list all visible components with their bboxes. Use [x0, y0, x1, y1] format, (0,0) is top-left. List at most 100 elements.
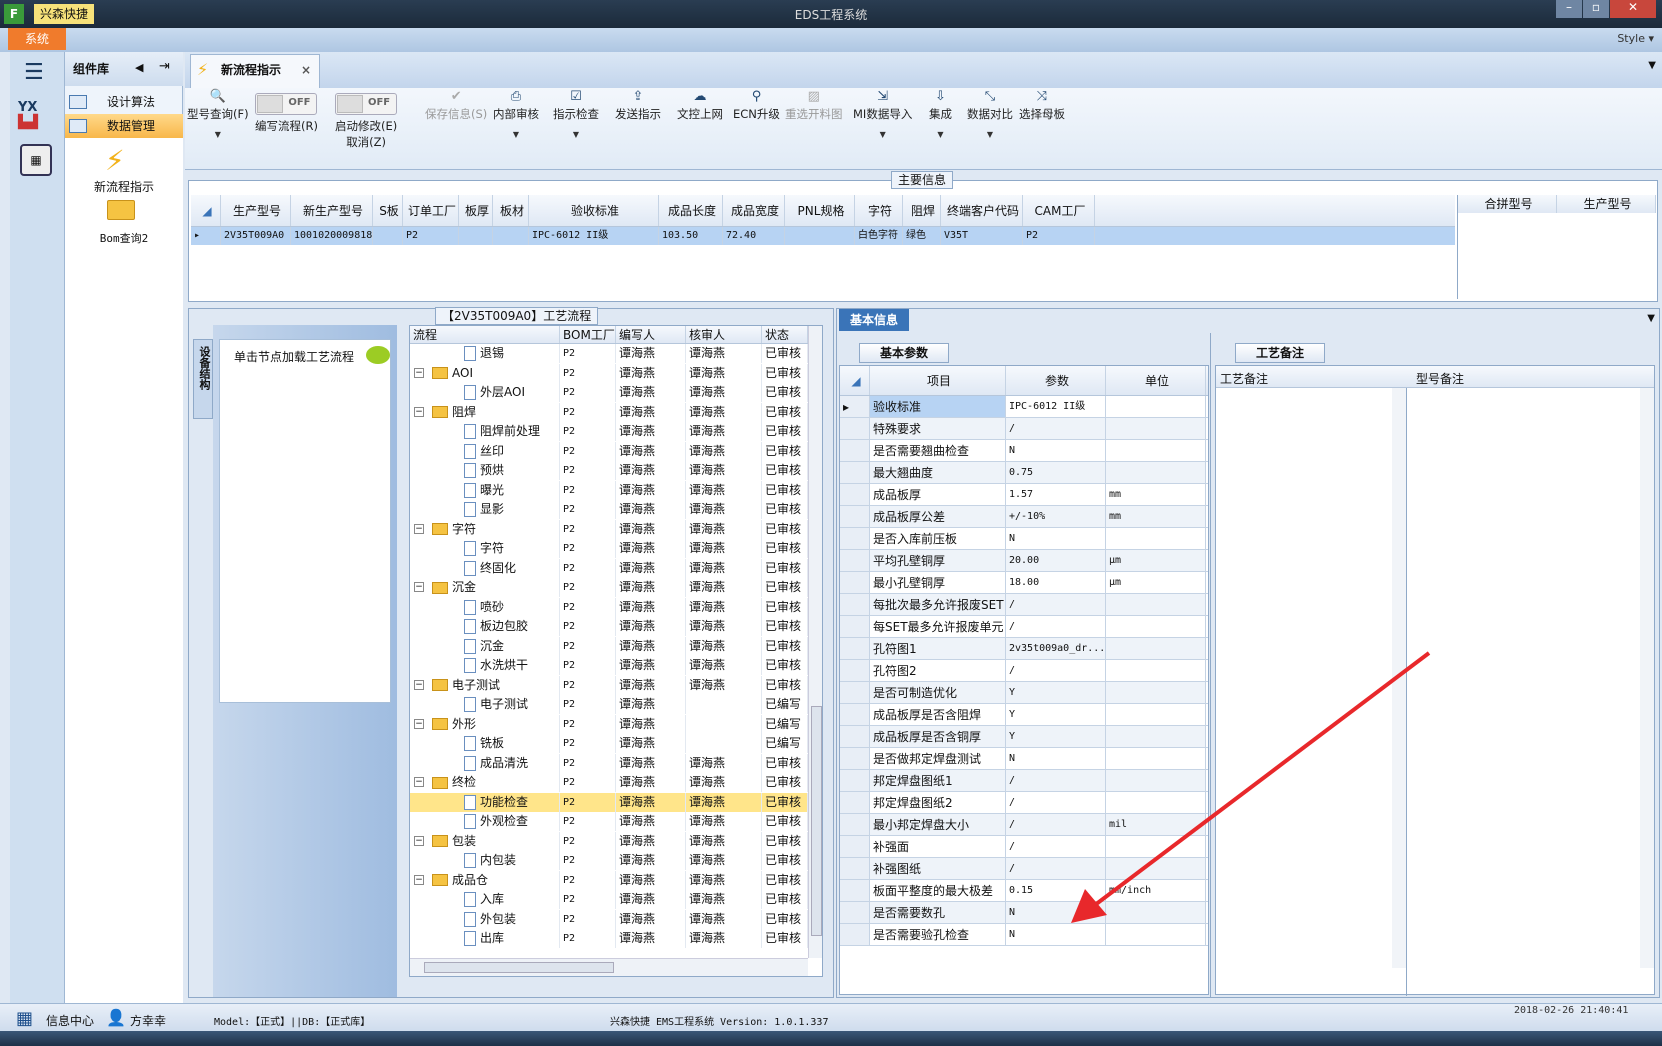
- param-cell[interactable]: /: [1006, 418, 1106, 439]
- param-row[interactable]: 是否需要翘曲检查 N: [840, 440, 1208, 462]
- column-header[interactable]: 板材: [493, 195, 529, 226]
- param-row[interactable]: 是否入库前压板 N: [840, 528, 1208, 550]
- tree-row[interactable]: − 阻焊 P2 谭海燕 谭海燕 已审核: [410, 402, 808, 422]
- tree-row[interactable]: 电子测试 P2 谭海燕 已编写: [410, 695, 808, 714]
- dropdown-arrow-icon[interactable]: ▼: [493, 130, 539, 139]
- param-cell[interactable]: /: [1006, 616, 1106, 637]
- param-cell[interactable]: 0.75: [1006, 462, 1106, 483]
- tree-row[interactable]: 铣板 P2 谭海燕 已编写: [410, 734, 808, 753]
- tree-row[interactable]: 内包装 P2 谭海燕 谭海燕 已审核: [410, 851, 808, 870]
- column-header[interactable]: 板厚: [459, 195, 493, 226]
- tree-row[interactable]: 外观检查 P2 谭海燕 谭海燕 已审核: [410, 812, 808, 831]
- collapse-toggle-icon[interactable]: −: [414, 367, 424, 378]
- toggle-switch[interactable]: OFF: [335, 93, 398, 115]
- column-header[interactable]: 参数: [1006, 366, 1106, 395]
- tree-row[interactable]: 成品清洗 P2 谭海燕 谭海燕 已审核: [410, 753, 808, 773]
- main-info-row[interactable]: ▸ 2V35T009A0 10010200098181 P2 IPC-6012 II级 1…: [191, 227, 1455, 245]
- close-tab-icon[interactable]: ×: [301, 55, 311, 85]
- column-header[interactable]: 生产型号: [221, 195, 291, 226]
- tree-row[interactable]: 沉金 P2 谭海燕 谭海燕 已审核: [410, 636, 808, 656]
- tree-row[interactable]: 字符 P2 谭海燕 谭海燕 已审核: [410, 539, 808, 558]
- collapse-left-icon[interactable]: ◀: [135, 61, 143, 74]
- minimize-button[interactable]: –: [1556, 0, 1582, 18]
- column-header[interactable]: 生产型号: [1557, 195, 1656, 213]
- toggle-switch[interactable]: OFF: [255, 93, 318, 115]
- tree-row[interactable]: 板边包胶 P2 谭海燕 谭海燕 已审核: [410, 617, 808, 636]
- collapse-toggle-icon[interactable]: −: [414, 582, 424, 592]
- tree-row[interactable]: 外层AOI P2 谭海燕 谭海燕 已审核: [410, 383, 808, 402]
- toolbar-button-4[interactable]: ⎙ 内部审核 ▼: [493, 88, 539, 139]
- tree-row[interactable]: − 字符 P2 谭海燕 谭海燕 已审核: [410, 519, 808, 539]
- toolbar-button-1[interactable]: OFF 编写流程(R): [255, 88, 318, 134]
- close-window-button[interactable]: ✕: [1610, 0, 1656, 18]
- column-header[interactable]: ◢: [840, 366, 870, 395]
- column-header[interactable]: 单位: [1106, 366, 1206, 395]
- column-header[interactable]: 成品宽度: [723, 195, 785, 226]
- dropdown-arrow-icon[interactable]: ▼: [853, 130, 912, 139]
- tree-row[interactable]: 显影 P2 谭海燕 谭海燕 已审核: [410, 500, 808, 519]
- tree-row[interactable]: − 成品仓 P2 谭海燕 谭海燕 已审核: [410, 870, 808, 890]
- tree-row[interactable]: − 外形 P2 谭海燕 已编写: [410, 714, 808, 734]
- collapse-toggle-icon[interactable]: −: [414, 718, 424, 729]
- dropdown-arrow-icon[interactable]: ▼: [187, 130, 249, 139]
- tree-row[interactable]: 曝光 P2 谭海燕 谭海燕 已审核: [410, 480, 808, 500]
- flow-vertical-scrollbar[interactable]: [808, 326, 822, 958]
- column-header[interactable]: 核审人: [686, 326, 762, 343]
- tree-row[interactable]: 功能检查 P2 谭海燕 谭海燕 已审核: [410, 792, 808, 812]
- column-header[interactable]: 成品长度: [659, 195, 723, 226]
- collapse-toggle-icon[interactable]: −: [414, 679, 424, 690]
- tree-row[interactable]: 外包装 P2 谭海燕 谭海燕 已审核: [410, 909, 808, 929]
- tree-row[interactable]: 喷砂 P2 谭海燕 谭海燕 已审核: [410, 597, 808, 617]
- tree-row[interactable]: − 包装 P2 谭海燕 谭海燕 已审核: [410, 831, 808, 851]
- toolbar-button-5[interactable]: ☑ 指示检查 ▼: [553, 88, 599, 139]
- hamburger-menu-icon[interactable]: ☰: [24, 60, 44, 85]
- tree-row[interactable]: − 电子测试 P2 谭海燕 谭海燕 已审核: [410, 675, 808, 695]
- toolbar-button-0[interactable]: 🔍 型号查询(F) ▼: [187, 88, 249, 139]
- tree-row[interactable]: 丝印 P2 谭海燕 谭海燕 已审核: [410, 441, 808, 461]
- param-cell[interactable]: +/-10%: [1006, 506, 1106, 527]
- tree-row[interactable]: − 沉金 P2 谭海燕 谭海燕 已审核: [410, 578, 808, 597]
- param-row[interactable]: ▸ 验收标准 IPC-6012 II级: [840, 396, 1208, 418]
- toolbar-button-11[interactable]: ⇩ 集成 ▼: [929, 88, 952, 139]
- tree-row[interactable]: 阻焊前处理 P2 谭海燕 谭海燕 已审核: [410, 422, 808, 441]
- param-cell[interactable]: N: [1006, 440, 1106, 461]
- tab-basic-info[interactable]: 基本信息: [839, 309, 909, 331]
- tree-row[interactable]: 预烘 P2 谭海燕 谭海燕 已审核: [410, 461, 808, 480]
- param-row[interactable]: 最大翘曲度 0.75: [840, 462, 1208, 484]
- library-item-design-algorithm[interactable]: 设计算法: [65, 90, 183, 114]
- collapse-toggle-icon[interactable]: −: [414, 523, 424, 534]
- column-header[interactable]: 订单工厂: [403, 195, 459, 226]
- tab-basic-params[interactable]: 基本参数: [859, 343, 949, 363]
- shortcut-bom-query[interactable]: Bom查询2: [65, 230, 183, 246]
- tree-row[interactable]: − 终检 P2 谭海燕 谭海燕 已审核: [410, 773, 808, 792]
- tab-list-dropdown-icon[interactable]: ▼: [1648, 60, 1656, 71]
- style-menu[interactable]: Style ▾: [1617, 32, 1654, 45]
- system-menu-tab[interactable]: 系统: [8, 28, 66, 50]
- param-cell[interactable]: 20.00: [1006, 550, 1106, 571]
- column-header[interactable]: 终端客户代码: [941, 195, 1023, 226]
- tree-row[interactable]: 水洗烘干 P2 谭海燕 谭海燕 已审核: [410, 656, 808, 675]
- collapse-toggle-icon[interactable]: −: [414, 406, 424, 417]
- tab-new-flow[interactable]: ⚡ 新流程指示 ×: [190, 54, 320, 88]
- param-cell[interactable]: /: [1006, 594, 1106, 615]
- column-header[interactable]: S板: [373, 195, 403, 226]
- column-header[interactable]: 新生产型号: [291, 195, 373, 226]
- factory-icon[interactable]: YX ▙▟: [18, 100, 54, 132]
- param-row[interactable]: 每批次最多允许报废SET /: [840, 594, 1208, 616]
- model-notes-scrollbar[interactable]: [1640, 388, 1654, 968]
- column-header[interactable]: ◢: [191, 195, 221, 226]
- tree-row[interactable]: − AOI P2 谭海燕 谭海燕 已审核: [410, 363, 808, 383]
- column-header[interactable]: 合拼型号: [1458, 195, 1557, 213]
- collapse-toggle-icon[interactable]: −: [414, 777, 424, 787]
- toolbar-button-12[interactable]: ⤡ 数据对比 ▼: [967, 88, 1013, 139]
- column-header[interactable]: 字符: [855, 195, 903, 226]
- param-cell[interactable]: IPC-6012 II级: [1006, 396, 1106, 417]
- dropdown-arrow-icon[interactable]: ▼: [929, 130, 952, 139]
- scrollbar-thumb[interactable]: [811, 706, 822, 936]
- tree-row[interactable]: 终固化 P2 谭海燕 谭海燕 已审核: [410, 558, 808, 578]
- tree-row[interactable]: 入库 P2 谭海燕 谭海燕 已审核: [410, 890, 808, 909]
- column-header[interactable]: 阻焊: [903, 195, 941, 226]
- param-row[interactable]: 平均孔壁铜厚 20.00 μm: [840, 550, 1208, 572]
- scrollbar-thumb[interactable]: [424, 962, 614, 973]
- dropdown-arrow-icon[interactable]: ▼: [553, 130, 599, 139]
